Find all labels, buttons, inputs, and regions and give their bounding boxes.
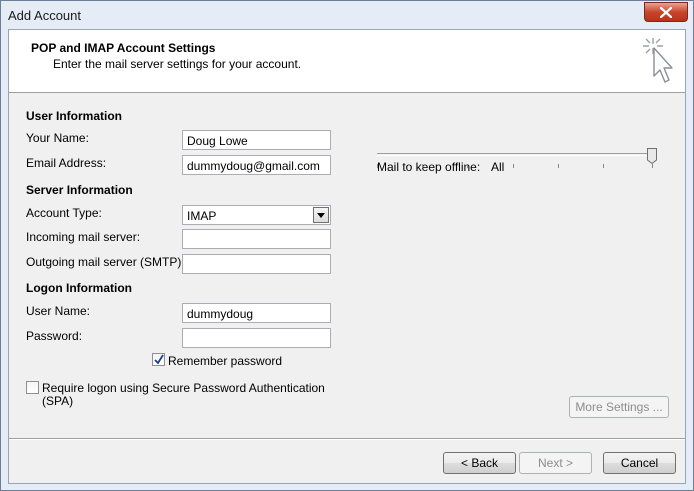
your-name-field[interactable]: Doug Lowe — [182, 130, 331, 150]
password-label: Password: — [26, 329, 83, 343]
spa-label-line2[interactable]: (SPA) — [42, 394, 73, 408]
offline-slider-thumb[interactable] — [647, 148, 657, 164]
header-title: POP and IMAP Account Settings — [31, 41, 216, 55]
button-separator — [9, 438, 685, 440]
back-button[interactable]: < Back — [443, 452, 516, 474]
window-title: Add Account — [8, 8, 81, 23]
close-button[interactable] — [644, 2, 688, 22]
server-info-heading: Server Information — [26, 183, 133, 197]
cancel-button[interactable]: Cancel — [603, 452, 676, 474]
spa-label-line1[interactable]: Require logon using Secure Password Auth… — [42, 381, 325, 395]
header-subtitle: Enter the mail server settings for your … — [53, 57, 302, 71]
checkmark-icon — [154, 354, 164, 365]
user-info-heading: User Information — [26, 109, 123, 123]
next-button[interactable]: Next > — [519, 452, 592, 474]
wizard-header: POP and IMAP Account Settings Enter the … — [9, 30, 685, 93]
user-name-label: User Name: — [26, 304, 91, 318]
incoming-server-label: Incoming mail server: — [26, 230, 141, 244]
slider-tick — [513, 164, 514, 168]
outgoing-server-label: Outgoing mail server (SMTP): — [26, 255, 185, 269]
logon-info-heading: Logon Information — [26, 281, 132, 295]
more-settings-button[interactable]: More Settings ... — [569, 396, 669, 418]
outgoing-server-field[interactable] — [182, 254, 331, 274]
account-type-label: Account Type: — [26, 206, 102, 220]
close-icon — [660, 6, 672, 18]
chevron-down-icon — [317, 212, 325, 218]
incoming-server-field[interactable] — [182, 229, 331, 249]
slider-tick — [377, 164, 378, 168]
slider-tick — [652, 164, 653, 168]
spa-checkbox[interactable] — [26, 381, 39, 394]
offline-slider-ticks — [377, 164, 654, 168]
your-name-label: Your Name: — [26, 131, 89, 145]
password-field[interactable] — [182, 328, 331, 348]
remember-password-label[interactable]: Remember password — [168, 354, 282, 368]
slider-tick — [603, 164, 604, 168]
slider-tick — [558, 164, 559, 168]
dropdown-button[interactable] — [313, 207, 329, 223]
offline-slider-track[interactable] — [377, 153, 654, 156]
cursor-sparkle-icon — [643, 38, 673, 83]
user-name-field[interactable]: dummydoug — [182, 303, 331, 323]
add-account-window: Add Account POP and IMAP Account Setting… — [0, 0, 694, 491]
title-bar: Add Account — [1, 1, 693, 29]
remember-password-checkbox[interactable] — [152, 353, 165, 366]
slider-tick — [422, 164, 423, 168]
slider-tick — [467, 164, 468, 168]
email-address-field[interactable]: dummydoug@gmail.com — [182, 155, 331, 175]
account-type-value: IMAP — [187, 209, 217, 223]
email-address-label: Email Address: — [26, 156, 107, 170]
account-type-select[interactable]: IMAP — [182, 205, 331, 225]
